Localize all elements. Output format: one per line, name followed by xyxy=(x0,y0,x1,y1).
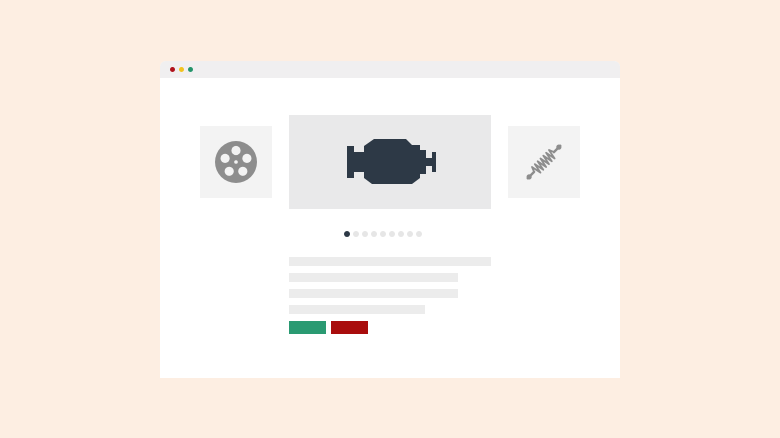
text-placeholder-line xyxy=(289,273,458,282)
window-titlebar xyxy=(160,61,620,78)
pagination-dot[interactable] xyxy=(407,230,413,237)
primary-action-button[interactable] xyxy=(289,321,326,334)
carousel-slide-current[interactable] xyxy=(289,115,491,209)
pagination-dot[interactable] xyxy=(398,230,404,237)
carousel-pagination xyxy=(344,230,422,237)
secondary-action-button[interactable] xyxy=(331,321,368,334)
window-maximize-dot[interactable] xyxy=(188,67,193,72)
window-close-dot[interactable] xyxy=(170,67,175,72)
pagination-dot[interactable] xyxy=(389,230,395,237)
browser-window xyxy=(160,61,620,378)
text-placeholder-line xyxy=(289,289,458,298)
film-reel-icon xyxy=(215,141,257,183)
pagination-dot[interactable] xyxy=(353,230,359,237)
text-placeholder-line xyxy=(289,257,491,266)
car-engine-icon xyxy=(347,139,436,184)
pagination-dot[interactable] xyxy=(344,230,350,237)
carousel-slide-previous[interactable] xyxy=(200,126,272,198)
pagination-dot[interactable] xyxy=(371,230,377,237)
carousel-slide-next[interactable] xyxy=(508,126,580,198)
text-placeholder-line xyxy=(289,305,425,314)
pagination-dot[interactable] xyxy=(380,230,386,237)
pagination-dot[interactable] xyxy=(416,230,422,237)
pagination-dot[interactable] xyxy=(362,230,368,237)
coil-spring-icon xyxy=(526,144,562,180)
window-minimize-dot[interactable] xyxy=(179,67,184,72)
